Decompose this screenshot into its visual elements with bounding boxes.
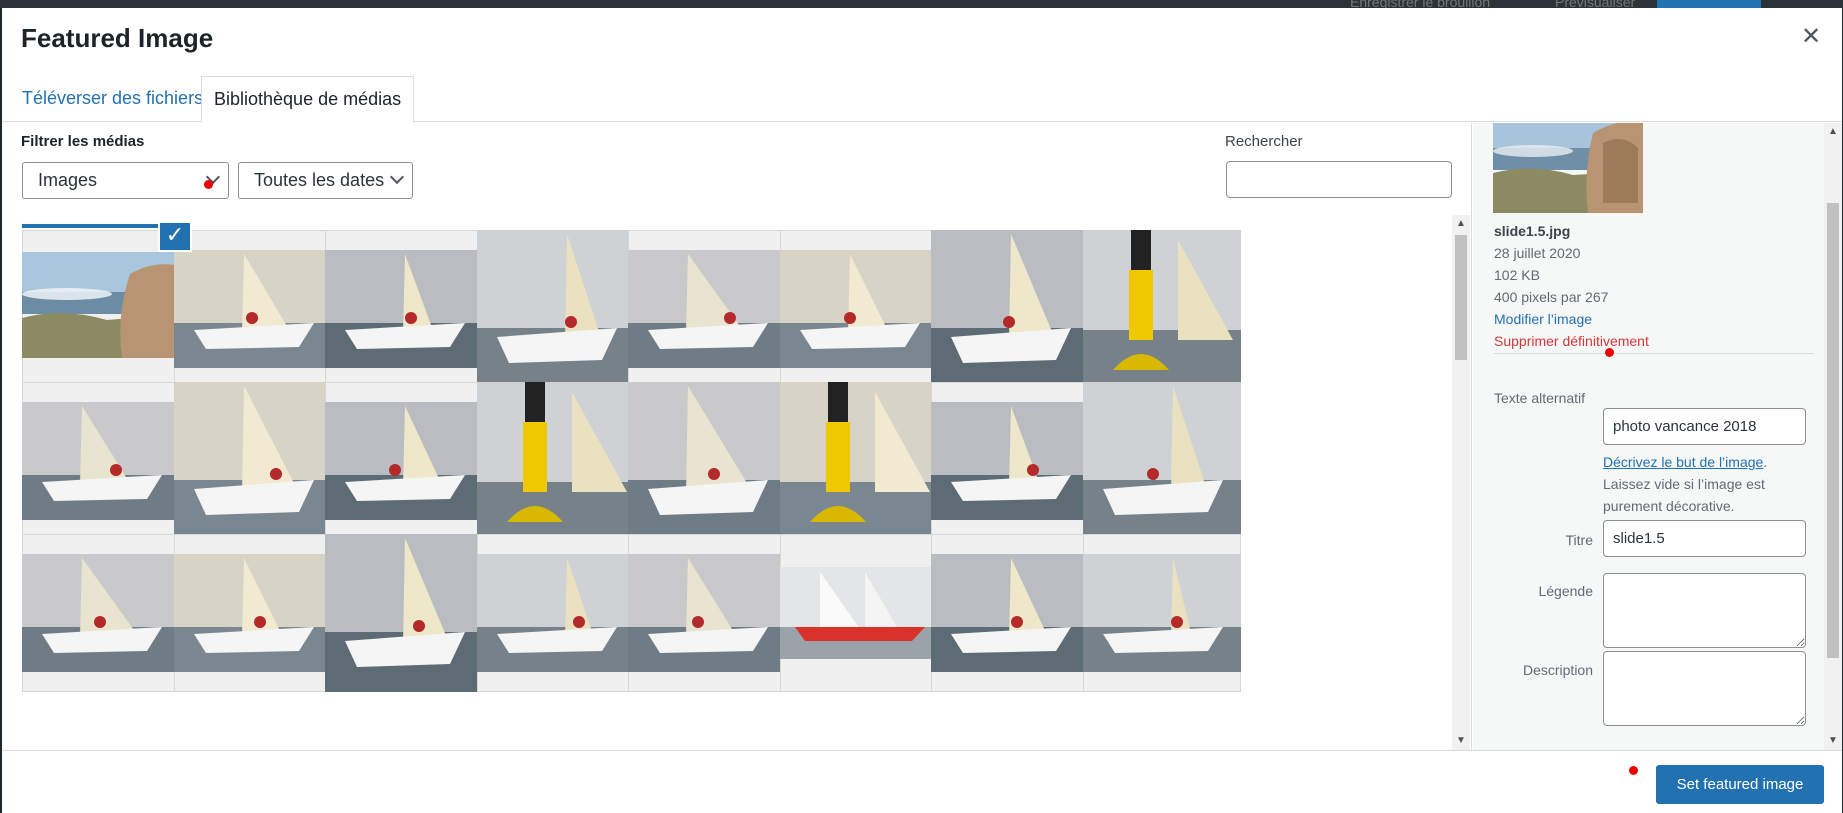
description-field[interactable] — [1603, 651, 1806, 726]
attachment-filename: slide1.5.jpg — [1494, 223, 1571, 239]
attachment-thumbnail[interactable] — [174, 382, 332, 540]
attachments-grid: ✓ — [22, 223, 1432, 750]
alt-text-field[interactable] — [1603, 408, 1806, 445]
media-type-select[interactable]: Images — [22, 162, 229, 199]
attachment-thumbnail[interactable] — [628, 382, 786, 540]
title-label: Titre — [1565, 532, 1593, 548]
attachment-thumbnail[interactable] — [1083, 230, 1241, 388]
attachment-thumbnail[interactable] — [22, 382, 180, 540]
set-featured-image-button[interactable]: Set featured image — [1656, 765, 1824, 804]
publish-button[interactable] — [1657, 0, 1761, 8]
scroll-down-icon[interactable]: ▼ — [1456, 736, 1466, 746]
attachment-thumbnail[interactable] — [931, 382, 1089, 540]
close-icon[interactable]: ✕ — [1796, 22, 1826, 52]
title-field[interactable] — [1603, 520, 1806, 557]
scrollbar-thumb[interactable] — [1455, 235, 1467, 360]
attachment-thumbnail[interactable] — [780, 382, 938, 540]
attachment-thumbnail[interactable] — [931, 230, 1089, 388]
scroll-up-icon[interactable]: ▲ — [1828, 127, 1838, 137]
grid-scrollbar[interactable]: ▲ ▼ — [1452, 215, 1470, 750]
attachment-thumbnail[interactable] — [325, 534, 483, 692]
alt-text-help: Décrivez le but de l’image. Laissez vide… — [1603, 451, 1808, 517]
caption-field[interactable] — [1603, 573, 1806, 648]
date-filter-value: Toutes les dates — [254, 170, 385, 190]
attachment-thumbnail — [1493, 123, 1643, 213]
attachment-thumbnail[interactable] — [174, 230, 332, 388]
attachment-thumbnail[interactable] — [628, 230, 786, 388]
attachment-thumbnail[interactable] — [325, 382, 483, 540]
coast-thumbnail-image — [1493, 123, 1643, 213]
chevron-down-icon — [389, 169, 405, 185]
attachment-thumbnail[interactable] — [325, 230, 483, 388]
alt-text-help-link[interactable]: Décrivez le but de l’image — [1603, 454, 1763, 470]
tab-upload-files[interactable]: Téléverser des fichiers — [10, 76, 215, 123]
attachment-thumbnail[interactable] — [22, 534, 180, 692]
marker-dot — [1629, 766, 1638, 775]
marker-dot — [204, 180, 213, 189]
attachment-thumbnail[interactable] — [780, 230, 938, 388]
attachments-browser: Filtrer les médias Images Toutes les dat… — [2, 123, 1472, 750]
attachment-details-sidebar: slide1.5.jpg 28 juillet 2020 102 KB 400 … — [1473, 123, 1842, 750]
attachment-date: 28 juillet 2020 — [1494, 245, 1581, 261]
divider — [1494, 353, 1814, 354]
search-input[interactable] — [1226, 161, 1452, 198]
date-filter-select[interactable]: Toutes les dates — [238, 162, 413, 199]
tab-media-library[interactable]: Bibliothèque de médias — [201, 76, 415, 123]
attachment-thumbnail[interactable] — [22, 224, 186, 394]
attachment-thumbnail[interactable] — [628, 534, 786, 692]
attachment-thumbnail[interactable] — [1083, 382, 1241, 540]
media-router-tabs: Téléverser des fichiers Bibliothèque de … — [2, 68, 1842, 123]
attachment-thumbnail[interactable] — [1083, 534, 1241, 692]
media-type-value: Images — [38, 170, 98, 190]
delete-permanently-link[interactable]: Supprimer définitivement — [1494, 330, 1649, 352]
attachment-dimensions: 400 pixels par 267 — [1494, 289, 1609, 305]
attachment-size: 102 KB — [1494, 267, 1540, 283]
scrollbar-thumb[interactable] — [1827, 203, 1839, 658]
scroll-up-icon[interactable]: ▲ — [1456, 219, 1466, 229]
check-icon[interactable]: ✓ — [160, 223, 190, 250]
attachment-thumbnail[interactable] — [931, 534, 1089, 692]
media-modal: Featured Image ✕ Téléverser des fichiers… — [2, 8, 1842, 813]
edit-image-link[interactable]: Modifier l’image — [1494, 308, 1649, 330]
admin-toolbar-strip: Enregistrer le brouillon Prévisualiser — [0, 0, 1843, 10]
attachment-thumbnail[interactable] — [174, 534, 332, 692]
attachment-thumbnail[interactable] — [477, 230, 635, 388]
media-toolbar: Set featured image — [2, 750, 1842, 813]
marker-dot — [1605, 348, 1614, 357]
attachment-thumbnail[interactable] — [780, 534, 938, 692]
search-label: Rechercher — [1225, 133, 1303, 150]
sidebar-scrollbar[interactable]: ▲ ▼ — [1824, 123, 1842, 750]
attachment-thumbnail[interactable] — [477, 534, 635, 692]
caption-label: Légende — [1538, 583, 1593, 599]
modal-title: Featured Image — [21, 23, 214, 53]
alt-text-label: Texte alternatif — [1494, 390, 1586, 406]
attachment-info: slide1.5.jpg 28 juillet 2020 102 KB 400 … — [1494, 220, 1649, 352]
description-label: Description — [1522, 662, 1593, 678]
filter-label: Filtrer les médias — [21, 133, 145, 150]
attachment-thumbnail[interactable] — [477, 382, 635, 540]
scroll-down-icon[interactable]: ▼ — [1828, 736, 1838, 746]
